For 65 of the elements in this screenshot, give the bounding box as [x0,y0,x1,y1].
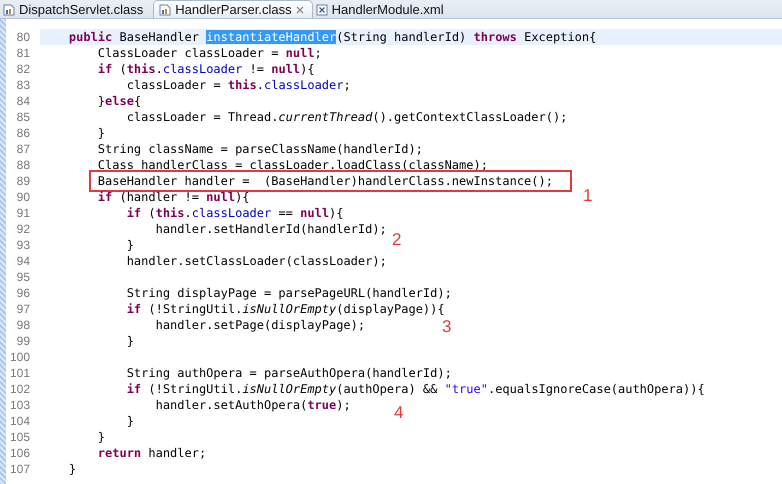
line-number: 106 [8,446,30,460]
line-number: 101 [8,366,30,380]
xml-file-icon [316,4,328,16]
line-number: 87 [16,142,30,156]
editor-tab[interactable]: HandlerModule.xml [312,1,454,18]
editor-tab[interactable]: HandlerParser.class [153,0,313,18]
code-line: if (!StringUtil.isNullOrEmpty(authOpera) && "true".equalsIgnoreCase(authOpera)){ [126,381,705,397]
line-number: 96 [16,286,30,300]
line-number: 99 [16,334,30,348]
code-line: handler.setHandlerId(handlerId); [156,221,387,237]
code-line: String className = parseClassName(handlerId); [98,141,423,157]
code-line: String displayPage = parsePageURL(handlerId); [126,285,452,301]
file-icon [3,4,15,16]
line-number: 98 [16,318,30,332]
code-line: if (!StringUtil.isNullOrEmpty(displayPage)){ [126,301,445,317]
line-number: 82 [16,62,30,76]
code-line: Class handlerClass = classLoader.loadClass(className); [98,157,488,173]
code-line: } [68,461,76,477]
annotation-number: 2 [392,231,402,249]
line-number: 107 [8,462,30,476]
line-number: 95 [16,270,30,284]
code-line: } [126,333,134,349]
code-line: }else{ [98,93,142,109]
line-number: 93 [16,238,30,252]
code-line: BaseHandler handler = (BaseHandler)handlerClass.newInstance(); [98,173,553,189]
line-number: 104 [8,414,30,428]
line-number: 81 [16,46,30,60]
line-number: 80 [16,30,30,44]
code-line: handler.setClassLoader(classLoader); [126,253,387,269]
annotation-number: 1 [583,187,592,205]
line-number: 92 [16,222,30,236]
code-line: } [126,237,134,253]
line-number: 84 [16,94,30,108]
code-line: public BaseHandler instantiateHandler(String handlerId) throws Exception{ [68,29,596,45]
code-line: return handler; [98,445,206,461]
code-line: } [98,429,106,445]
line-number: 100 [8,350,30,364]
line-number: 102 [8,382,30,396]
code-line: handler.setPage(displayPage); [156,317,366,333]
code-line: if (this.classLoader == null){ [126,205,344,221]
close-icon[interactable] [296,6,304,14]
code-line: if (this.classLoader != null){ [98,61,315,77]
line-number: 86 [16,126,30,140]
line-number: 90 [16,190,30,204]
line-number: 85 [16,110,30,124]
code-line: ClassLoader classLoader = null; [98,45,322,61]
code-line: if (handler != null){ [98,189,250,205]
line-number: 83 [16,78,30,92]
line-number: 103 [8,398,30,412]
code-line: String authOpera = parseAuthOpera(handlerId); [126,365,452,381]
editor-tab[interactable]: DispatchServlet.class [0,1,154,18]
code-line: classLoader = this.classLoader; [126,77,351,93]
file-icon [159,4,172,16]
code-line: handler.setAuthOpera(true); [156,397,351,413]
line-number: 88 [16,158,30,172]
line-number: 105 [8,430,30,444]
annotation-number: 4 [394,404,404,422]
code-line: } [98,125,106,141]
line-number: 89 [16,174,30,188]
code-line: classLoader = Thread.currentThread().getContextClassLoader(); [126,109,568,125]
annotation-number: 3 [442,318,452,336]
code-line: } [126,413,134,429]
line-number: 94 [16,254,30,268]
line-number: 97 [16,302,30,316]
line-number: 91 [16,206,30,220]
